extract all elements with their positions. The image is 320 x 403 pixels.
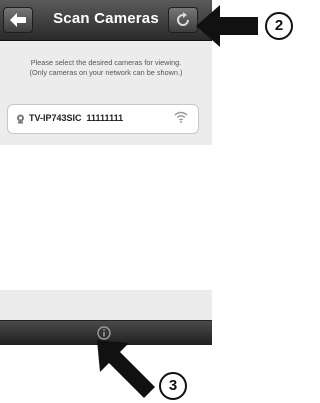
phone-screen: Scan Cameras Please select the desired c… [0,0,212,345]
callout-arrow-refresh [196,5,258,47]
camera-list-item[interactable]: TV-IP743SIC 11111111 [7,104,199,134]
info-icon[interactable] [97,326,111,340]
instructions-text: Please select the desired cameras for vi… [8,58,204,77]
page-title: Scan Cameras [53,10,159,27]
instructions-line-1: Please select the desired cameras for vi… [30,58,182,67]
callout-number-3: 3 [159,372,187,400]
wifi-icon [174,111,188,123]
back-arrow-icon [10,13,26,27]
navigation-bar: Scan Cameras [0,0,212,41]
instructions-line-2: (Only cameras on your network can be sho… [29,67,183,77]
camera-icon [17,114,24,124]
empty-strip [0,290,212,320]
camera-name: TV-IP743SIC 11111111 [29,113,124,123]
refresh-icon [177,12,189,26]
refresh-button[interactable] [168,7,198,33]
callout-arrow-info [97,340,155,398]
callout-number-2: 2 [265,12,293,40]
back-button[interactable] [3,7,33,33]
empty-area [0,145,212,290]
